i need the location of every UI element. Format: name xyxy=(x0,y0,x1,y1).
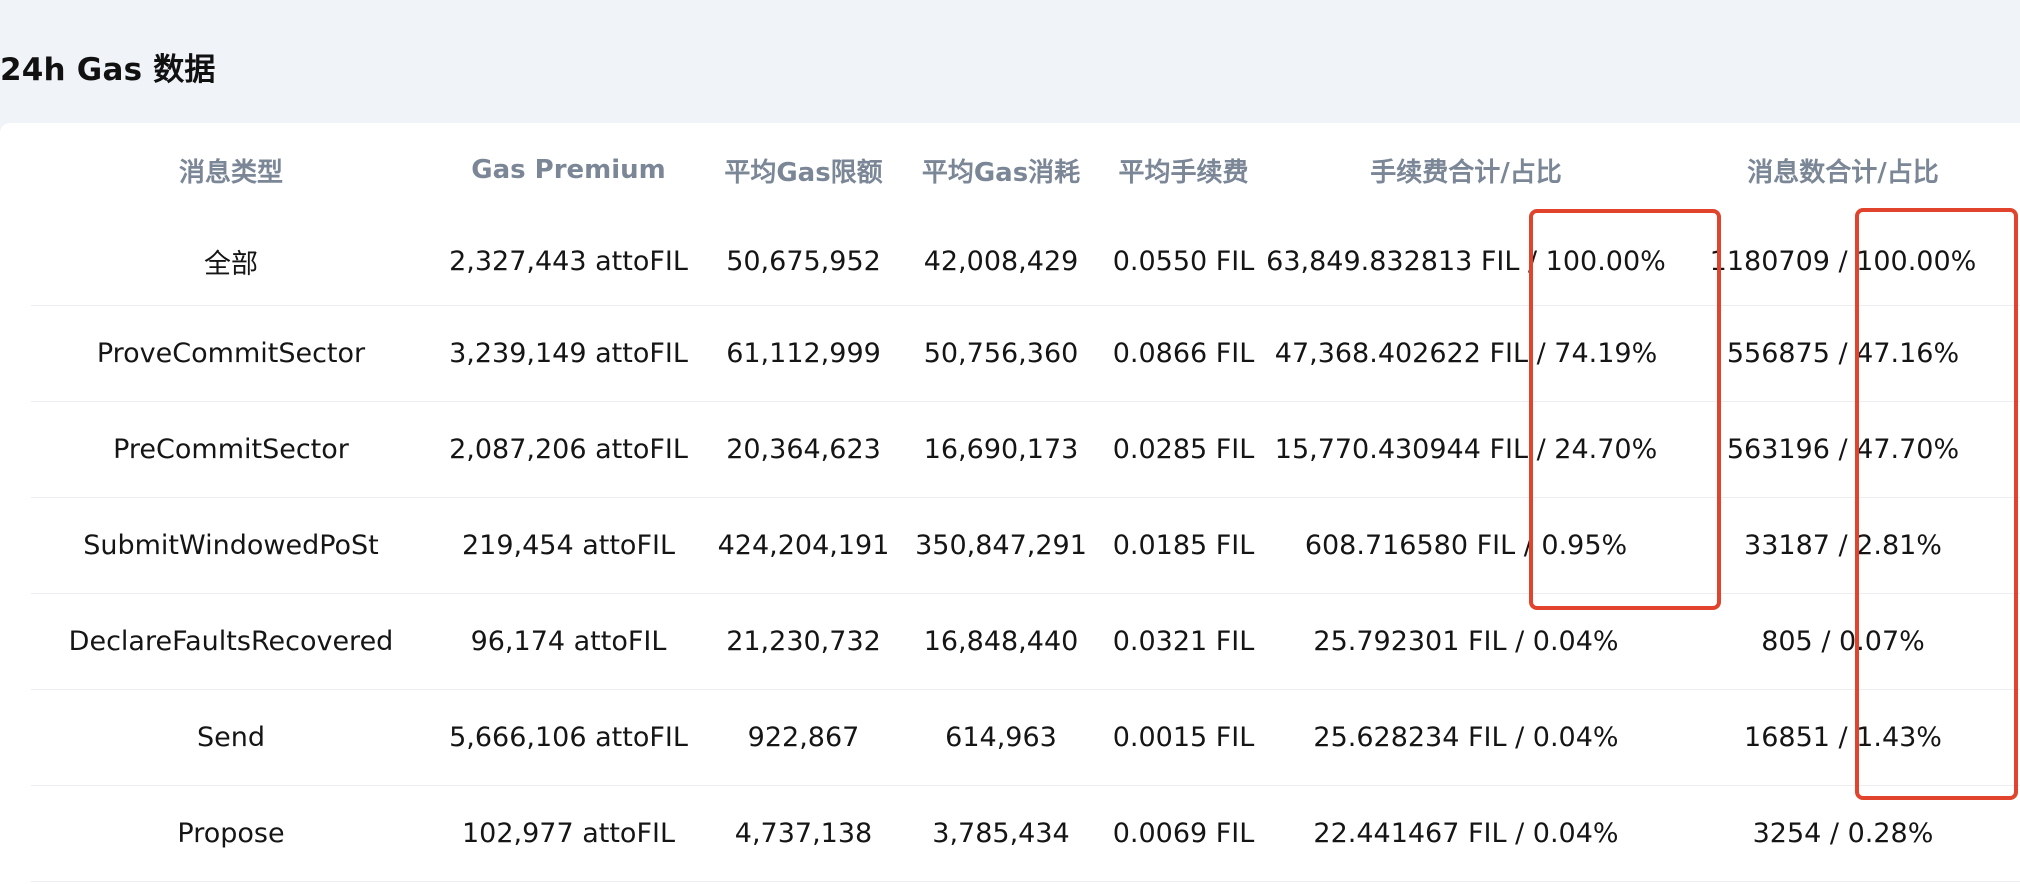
avg-gas-limit-cell: 61,112,999 xyxy=(706,305,901,402)
column-header-message-type[interactable]: 消息类型 xyxy=(31,123,431,217)
avg-gas-used-cell: 3,785,434 xyxy=(901,785,1101,882)
gas-premium-cell: 2,087,206 attoFIL xyxy=(431,401,706,498)
column-header-gas-premium[interactable]: Gas Premium xyxy=(431,123,706,217)
avg-gas-limit-cell: 424,204,191 xyxy=(706,497,901,594)
message-type-cell: 全部 xyxy=(31,217,431,306)
message-count-share-cell: 16851 / 1.43% xyxy=(1666,689,2020,786)
message-type-cell: DeclareFaultsRecovered xyxy=(31,593,431,690)
table-row: SubmitWindowedPoSt 219,454 attoFIL 424,2… xyxy=(31,497,2020,594)
avg-gas-used-cell: 16,848,440 xyxy=(901,593,1101,690)
table-row: PreCommitSector 2,087,206 attoFIL 20,364… xyxy=(31,401,2020,498)
table-row: ProveCommitSector 3,239,149 attoFIL 61,1… xyxy=(31,305,2020,402)
avg-fee-cell: 0.0285 FIL xyxy=(1101,401,1266,498)
table-row: DeclareFaultsRecovered 96,174 attoFIL 21… xyxy=(31,593,2020,690)
total-fee-share-cell: 47,368.402622 FIL / 74.19% xyxy=(1266,305,1666,402)
avg-fee-cell: 0.0015 FIL xyxy=(1101,689,1266,786)
avg-gas-limit-cell: 20,364,623 xyxy=(706,401,901,498)
message-count-share-cell: 805 / 0.07% xyxy=(1666,593,2020,690)
total-fee-share-cell: 63,849.832813 FIL / 100.00% xyxy=(1266,217,1666,306)
message-count-share-cell: 3254 / 0.28% xyxy=(1666,785,2020,882)
message-count-share-cell: 33187 / 2.81% xyxy=(1666,497,2020,594)
column-header-total-fee-share[interactable]: 手续费合计/占比 xyxy=(1266,123,1666,217)
total-fee-share-cell: 25.792301 FIL / 0.04% xyxy=(1266,593,1666,690)
avg-gas-used-cell: 16,690,173 xyxy=(901,401,1101,498)
avg-gas-used-cell: 614,963 xyxy=(901,689,1101,786)
column-header-message-count-share[interactable]: 消息数合计/占比 xyxy=(1666,123,2020,217)
message-type-cell: Propose xyxy=(31,785,431,882)
avg-fee-cell: 0.0069 FIL xyxy=(1101,785,1266,882)
message-type-cell: SubmitWindowedPoSt xyxy=(31,497,431,594)
table-row: Send 5,666,106 attoFIL 922,867 614,963 0… xyxy=(31,689,2020,786)
gas-premium-cell: 5,666,106 attoFIL xyxy=(431,689,706,786)
table-row: 全部 2,327,443 attoFIL 50,675,952 42,008,4… xyxy=(31,217,2020,306)
gas-premium-cell: 3,239,149 attoFIL xyxy=(431,305,706,402)
message-type-cell: Send xyxy=(31,689,431,786)
message-count-share-cell: 563196 / 47.70% xyxy=(1666,401,2020,498)
table-header-row: 消息类型 Gas Premium 平均Gas限额 平均Gas消耗 平均手续费 手… xyxy=(31,123,2020,217)
total-fee-share-cell: 22.441467 FIL / 0.04% xyxy=(1266,785,1666,882)
avg-gas-limit-cell: 4,737,138 xyxy=(706,785,901,882)
table-row: Propose 102,977 attoFIL 4,737,138 3,785,… xyxy=(31,785,2020,882)
avg-fee-cell: 0.0550 FIL xyxy=(1101,217,1266,306)
gas-premium-cell: 102,977 attoFIL xyxy=(431,785,706,882)
avg-gas-limit-cell: 922,867 xyxy=(706,689,901,786)
avg-gas-limit-cell: 50,675,952 xyxy=(706,217,901,306)
avg-fee-cell: 0.0321 FIL xyxy=(1101,593,1266,690)
avg-gas-limit-cell: 21,230,732 xyxy=(706,593,901,690)
total-fee-share-cell: 25.628234 FIL / 0.04% xyxy=(1266,689,1666,786)
gas-premium-cell: 96,174 attoFIL xyxy=(431,593,706,690)
avg-fee-cell: 0.0185 FIL xyxy=(1101,497,1266,594)
message-count-share-cell: 556875 / 47.16% xyxy=(1666,305,2020,402)
avg-gas-used-cell: 350,847,291 xyxy=(901,497,1101,594)
message-type-cell: PreCommitSector xyxy=(31,401,431,498)
message-count-share-cell: 1180709 / 100.00% xyxy=(1666,217,2020,306)
total-fee-share-cell: 608.716580 FIL / 0.95% xyxy=(1266,497,1666,594)
avg-gas-used-cell: 50,756,360 xyxy=(901,305,1101,402)
column-header-avg-fee[interactable]: 平均手续费 xyxy=(1101,123,1266,217)
gas-premium-cell: 2,327,443 attoFIL xyxy=(431,217,706,306)
column-header-avg-gas-limit[interactable]: 平均Gas限额 xyxy=(706,123,901,217)
column-header-avg-gas-used[interactable]: 平均Gas消耗 xyxy=(901,123,1101,217)
page-title: 24h Gas 数据 xyxy=(0,52,216,88)
message-type-cell: ProveCommitSector xyxy=(31,305,431,402)
total-fee-share-cell: 15,770.430944 FIL / 24.70% xyxy=(1266,401,1666,498)
gas-stats-table: 消息类型 Gas Premium 平均Gas限额 平均Gas消耗 平均手续费 手… xyxy=(31,123,2020,882)
avg-fee-cell: 0.0866 FIL xyxy=(1101,305,1266,402)
gas-premium-cell: 219,454 attoFIL xyxy=(431,497,706,594)
avg-gas-used-cell: 42,008,429 xyxy=(901,217,1101,306)
